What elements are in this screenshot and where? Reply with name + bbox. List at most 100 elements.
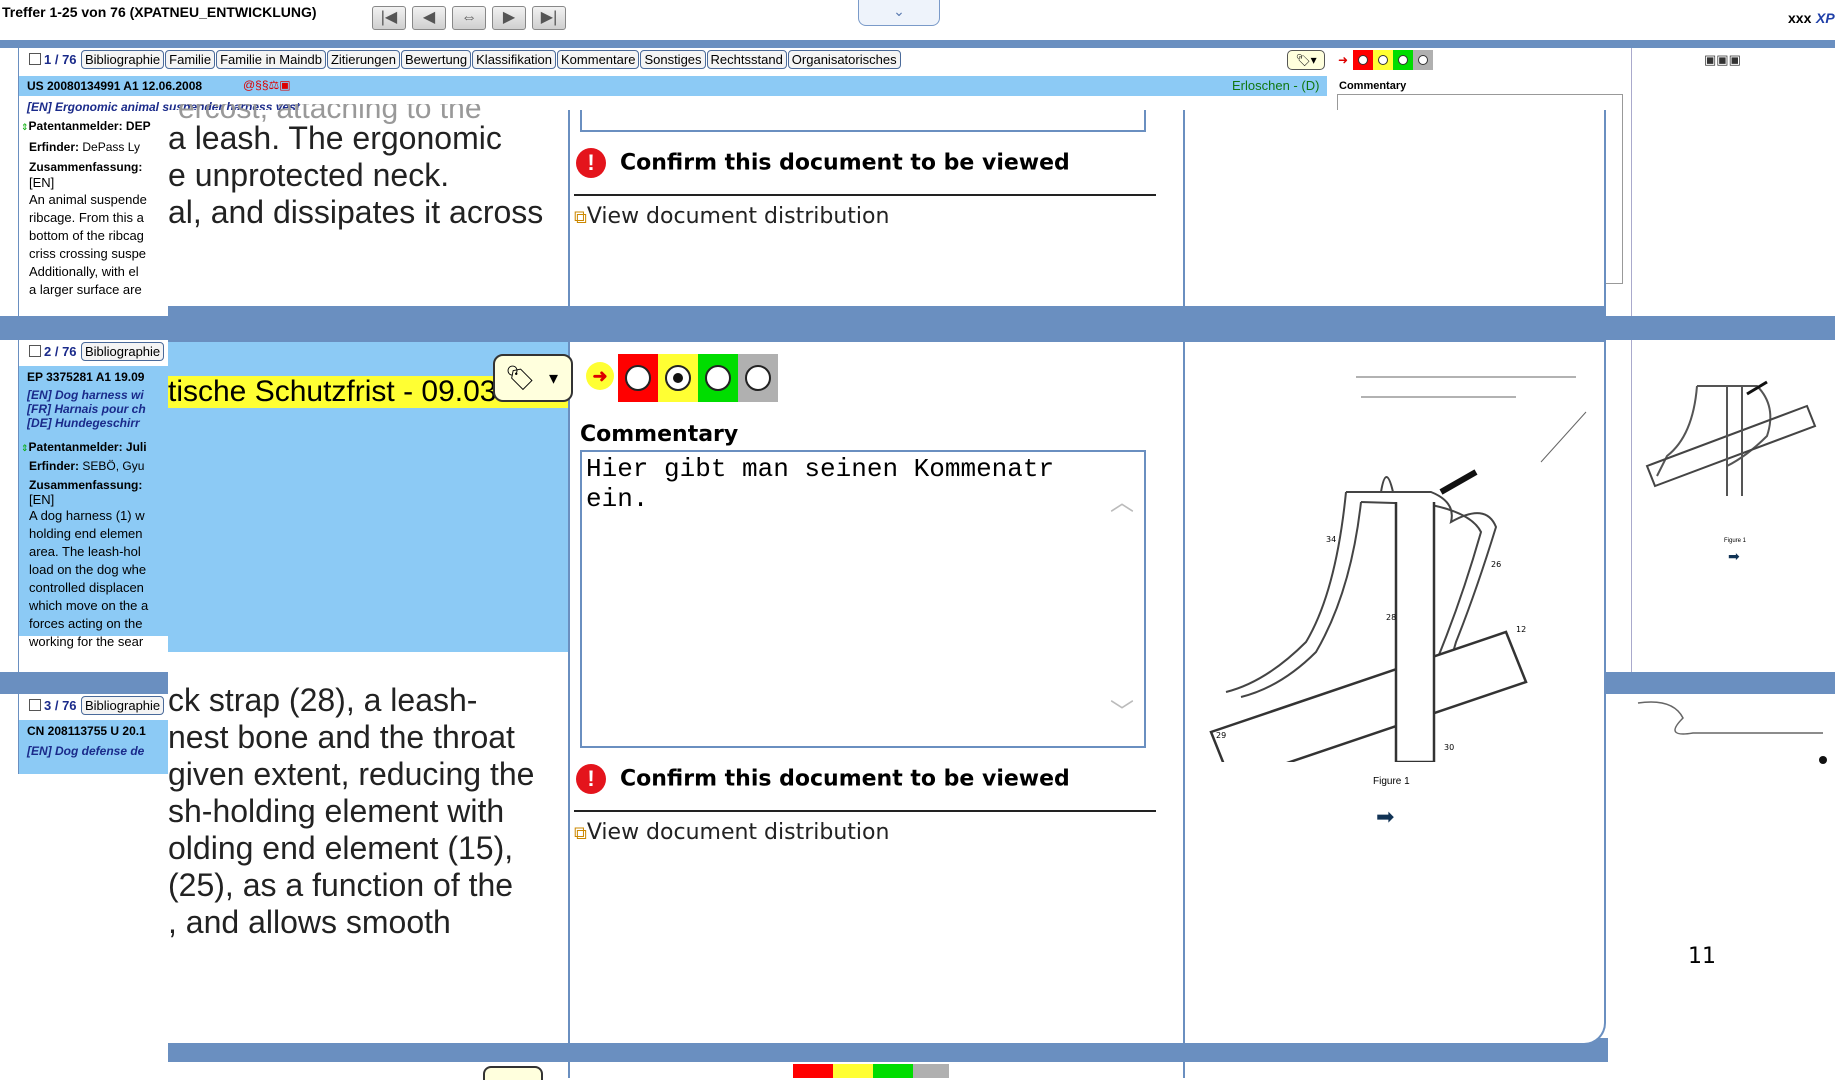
tab-bewertung[interactable]: Bewertung: [400, 50, 472, 69]
result-meta-1: ⇕Patentanmelder: DEP Erfinder: DePass Ly…: [21, 118, 169, 299]
tab-kommentare[interactable]: Kommentare: [557, 50, 640, 69]
inventor-label: Erfinder:: [29, 459, 80, 473]
column-divider: [1183, 110, 1185, 1045]
next-page-button[interactable]: ▶: [492, 6, 526, 30]
tab-rechtsstand[interactable]: Rechtsstand: [706, 50, 787, 69]
tab-bibliographie[interactable]: Bibliographie: [80, 696, 165, 715]
document-actions-icons[interactable]: ▣▣▣: [1704, 52, 1741, 68]
tools-dropdown-zoomed[interactable]: 🏷 ▾: [493, 354, 573, 402]
abstract-line: working for the sear: [29, 634, 144, 649]
top-header: Treffer 1-25 von 76 (XPATNEU_ENTWICKLUNG…: [0, 0, 1835, 40]
rating-red[interactable]: [793, 1064, 833, 1078]
tab-bibliographie[interactable]: Bibliographie: [80, 50, 165, 69]
prev-next-button[interactable]: ⇔: [452, 6, 486, 30]
abstract-lines: A dog harness (1) w holding end elemen are…: [21, 507, 169, 651]
rating-yellow[interactable]: [833, 1064, 873, 1078]
tab-sonstiges[interactable]: Sonstiges: [640, 50, 706, 69]
rating-grey[interactable]: [738, 354, 778, 402]
zoomed-line: al, and dissipates it across: [168, 194, 544, 230]
tools-icon: 🏷: [505, 365, 536, 392]
svg-text:29: 29: [1216, 731, 1226, 740]
tab-organisatorisches[interactable]: Organisatorisches: [787, 50, 901, 69]
select-checkbox[interactable]: [29, 699, 41, 711]
tab-klassifikation[interactable]: Klassifikation: [472, 50, 557, 69]
next-row-peek: [168, 1062, 1608, 1080]
tab-bibliographie[interactable]: Bibliographie: [80, 342, 165, 361]
figure-caption: Figure 1: [1373, 776, 1410, 787]
rating-yellow[interactable]: [1373, 50, 1393, 70]
result-3-side: [1631, 694, 1835, 774]
rating-green[interactable]: [1393, 50, 1413, 70]
tab-familie-maindb[interactable]: Familie in Maindb: [216, 50, 326, 69]
abstract-line: bottom of the ribcag: [29, 228, 144, 243]
result-card-3: 3 / 76 Bibliographie CN 208113755 U 20.1…: [18, 694, 189, 774]
select-checkbox[interactable]: [29, 53, 41, 65]
distribution-icon: ⧉: [574, 207, 587, 227]
legal-status: Erloschen - (D): [1232, 78, 1320, 93]
abstract-line: criss crossing suspe: [29, 246, 147, 261]
warning-icon: !: [576, 764, 606, 794]
rating-grey[interactable]: [913, 1064, 949, 1078]
tools-icon: 🏷▾: [1295, 53, 1317, 67]
applicant-value: DEP: [125, 119, 151, 133]
comment-label: Commentary: [580, 422, 739, 447]
comment-textarea[interactable]: Hier gibt man seinen Kommenatr ein. ︿ ﹀: [580, 450, 1146, 748]
zoomed-line: a leash. The ergonomic: [168, 120, 502, 156]
thumbnail-caption: Figure 1: [1724, 538, 1747, 544]
rating-green[interactable]: [873, 1064, 913, 1078]
abstract-line: load on the dog whe: [29, 562, 147, 577]
abstract-line: forces acting on the: [29, 616, 143, 631]
rating-red[interactable]: [618, 354, 658, 402]
rating-grey[interactable]: [1413, 50, 1433, 70]
comment-label: Commentary: [1339, 80, 1407, 92]
confirm-top[interactable]: ! Confirm this document to be viewed: [576, 148, 1070, 178]
thumbnail-next-icon[interactable]: ➡: [1728, 548, 1740, 565]
result-1-side: ▣▣▣: [1631, 48, 1835, 316]
distribution-link-top[interactable]: ⧉View document distribution: [574, 204, 889, 229]
abstract-line: A dog harness (1) w: [29, 508, 145, 523]
rating-green[interactable]: [698, 354, 738, 402]
scroll-up-icon[interactable]: ︿: [1110, 482, 1134, 517]
abstract-line: An animal suspende: [29, 192, 147, 207]
legal-status-icons: @§§⚖▣: [243, 78, 291, 92]
scroll-down-icon[interactable]: ﹀: [1110, 692, 1134, 727]
result-header-1: US 20080134991 A1 12.06.2008 @§§⚖▣ Erlos…: [19, 76, 1327, 96]
svg-text:12: 12: [1516, 625, 1526, 634]
tab-zitierungen[interactable]: Zitierungen: [326, 50, 400, 69]
figure-thumbnail[interactable]: [1633, 698, 1833, 770]
inventor-value: DePass Ly: [82, 140, 140, 154]
tab-familie[interactable]: Familie: [165, 50, 216, 69]
rating-bar-1: ➜: [1333, 50, 1433, 70]
abstract-lang: [EN]: [29, 492, 55, 507]
figure-thumbnail[interactable]: [1637, 346, 1833, 516]
rating-red[interactable]: [1353, 50, 1373, 70]
abstract-lines: An animal suspende ribcage. From this a bo…: [21, 191, 169, 299]
next-figure-icon[interactable]: ➡: [1376, 804, 1394, 830]
column-divider: [568, 110, 570, 1045]
tools-dropdown[interactable]: 🏷▾: [1287, 50, 1325, 70]
rating-arrow-icon: ➜: [582, 354, 618, 402]
chevron-down-icon: ⌄: [893, 3, 905, 19]
distribution-link-bottom[interactable]: ⧉View document distribution: [574, 820, 889, 845]
result-meta-2: ⇕Patentanmelder: Juli Erfinder: SEBÖ, Gy…: [21, 440, 169, 651]
title-de: [DE] Hundegeschirr: [27, 416, 140, 430]
result-tabs-1: 1 / 76 Bibliographie Familie Familie in Ma…: [29, 50, 902, 69]
svg-text:26: 26: [1491, 560, 1501, 569]
abstract-lang: [EN]: [29, 175, 55, 190]
last-page-button[interactable]: ▶|: [532, 6, 566, 30]
first-page-button[interactable]: |◀: [372, 6, 406, 30]
page-number: 11: [1688, 944, 1716, 969]
confirm-bottom[interactable]: ! Confirm this document to be viewed: [576, 764, 1070, 794]
title-fr: [FR] Harnais pour ch: [27, 402, 146, 416]
collapse-toggle[interactable]: ⌄: [858, 0, 940, 26]
distribution-icon: ⧉: [574, 823, 587, 843]
rating-yellow[interactable]: [658, 354, 698, 402]
publication-number: US 20080134991 A1 12.06.2008: [27, 79, 203, 93]
zoomed-abstract-bottom: ck strap (28), a leash- nest bone and th…: [168, 682, 568, 941]
separator: [574, 810, 1156, 812]
previous-page-button[interactable]: ◀: [412, 6, 446, 30]
zoomed-line: e unprotected neck.: [168, 157, 450, 193]
comment-box-edge: [580, 110, 1146, 132]
select-checkbox[interactable]: [29, 345, 41, 357]
figure-drawing[interactable]: 12 34 29 30 28 26: [1186, 342, 1602, 762]
